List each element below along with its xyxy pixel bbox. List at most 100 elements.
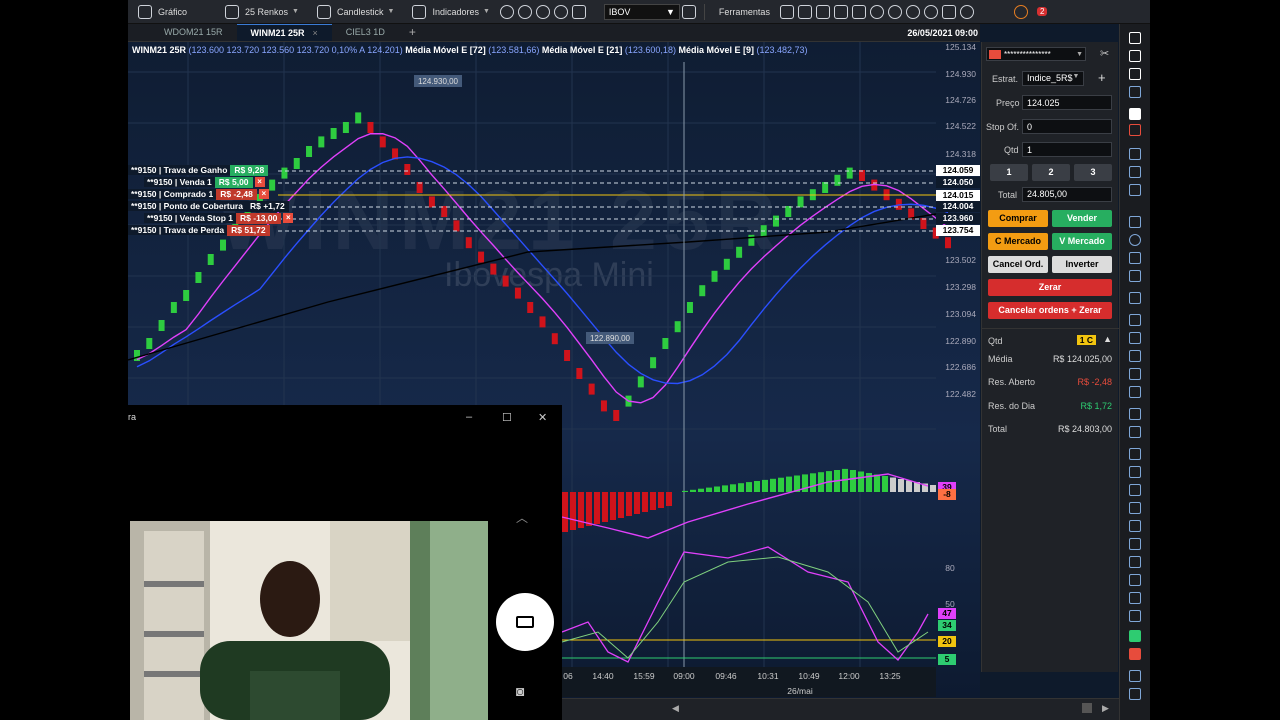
cancel-ord-button[interactable]: Cancel Ord. bbox=[988, 256, 1048, 273]
channel-icon[interactable] bbox=[1129, 184, 1141, 196]
fib-extension-icon[interactable] bbox=[1129, 368, 1141, 380]
fibonacci-icon[interactable] bbox=[1129, 332, 1141, 344]
bottom-scrollbar[interactable]: ◀ ▶ bbox=[562, 698, 1119, 720]
photo-camera-icon[interactable]: ◙ bbox=[516, 683, 524, 699]
zoom-fit-icon[interactable] bbox=[535, 4, 550, 19]
scissors-icon[interactable]: ✂ bbox=[1100, 47, 1109, 60]
close-button[interactable]: ✕ bbox=[538, 411, 547, 424]
trendline-icon[interactable] bbox=[1129, 148, 1141, 160]
zoom-out-icon[interactable] bbox=[517, 4, 532, 19]
hand-icon[interactable] bbox=[1129, 50, 1141, 62]
c-mercado-button[interactable]: C Mercado bbox=[988, 233, 1048, 250]
preco-input[interactable] bbox=[1022, 95, 1112, 110]
qty-2-button[interactable]: 2 bbox=[1032, 164, 1070, 181]
grid-icon[interactable] bbox=[571, 4, 586, 19]
close-icon[interactable]: × bbox=[254, 177, 265, 187]
pencil-icon[interactable] bbox=[1129, 270, 1141, 282]
text-icon[interactable] bbox=[1129, 292, 1141, 304]
horizontal-lines-icon[interactable] bbox=[1129, 314, 1141, 326]
gear-icon[interactable] bbox=[959, 4, 974, 19]
table-icon[interactable] bbox=[779, 4, 794, 19]
symbol-select[interactable]: IBOV ▼ bbox=[603, 3, 680, 20]
document-icon[interactable] bbox=[815, 4, 830, 19]
magnet-red-icon[interactable] bbox=[1129, 124, 1141, 136]
cursor-icon[interactable] bbox=[1129, 32, 1141, 44]
magnet-icon[interactable] bbox=[1129, 86, 1141, 98]
close-icon[interactable]: × bbox=[313, 28, 318, 38]
grafico-menu[interactable]: Gráfico bbox=[128, 0, 195, 24]
vender-button[interactable]: Vender bbox=[1052, 210, 1112, 227]
pattern-icon[interactable] bbox=[1129, 502, 1141, 514]
crosshair-icon[interactable] bbox=[1129, 68, 1141, 80]
estrat-select[interactable]: Indice_5R$ ▼ bbox=[1022, 71, 1084, 86]
scroll-thumb[interactable] bbox=[1082, 703, 1092, 713]
indicadores-select[interactable]: Indicadores ▼ bbox=[402, 0, 497, 24]
tab-winm21[interactable]: WINM21 25R × bbox=[236, 24, 332, 41]
renko-select[interactable]: 25 Renkos ▼ bbox=[215, 0, 307, 24]
ferramentas-menu[interactable]: Ferramentas bbox=[711, 0, 778, 24]
minimize-button[interactable]: – bbox=[466, 411, 472, 423]
gann-icon[interactable] bbox=[1129, 448, 1141, 460]
zerar-button[interactable]: Zerar bbox=[988, 279, 1112, 296]
qty-1-button[interactable]: 1 bbox=[990, 164, 1028, 181]
fib-levels-icon[interactable] bbox=[1129, 386, 1141, 398]
columns-icon[interactable] bbox=[1129, 688, 1141, 700]
alarm-icon[interactable] bbox=[869, 4, 884, 19]
calculator-icon[interactable] bbox=[851, 4, 866, 19]
price-range-icon[interactable] bbox=[1129, 538, 1141, 550]
order-trava-perda[interactable]: **9150 | Trava de Perda R$ 51,72 bbox=[128, 224, 270, 236]
order-ponto-cobertura[interactable]: **9150 | Ponto de Cobertura R$ +1,72 bbox=[128, 200, 289, 212]
slash-icon[interactable] bbox=[1129, 610, 1141, 622]
education-icon[interactable] bbox=[941, 4, 956, 19]
triangle-icon[interactable] bbox=[1129, 252, 1141, 264]
barcode-icon[interactable] bbox=[1129, 670, 1141, 682]
fib-fan-icon[interactable] bbox=[1129, 350, 1141, 362]
zigzag-icon[interactable] bbox=[1129, 592, 1141, 604]
scroll-right-icon[interactable]: ▶ bbox=[1102, 703, 1109, 714]
order-trava-ganho[interactable]: **9150 | Trava de Ganho R$ 9,28 bbox=[128, 164, 269, 176]
order-venda-stop[interactable]: **9150 | Venda Stop 1 R$ -13,00 × bbox=[144, 212, 294, 224]
close-icon[interactable]: × bbox=[258, 189, 269, 199]
add-strategy-button[interactable]: + bbox=[1098, 70, 1106, 85]
rectangle-icon[interactable] bbox=[1129, 216, 1141, 228]
alert-icon[interactable] bbox=[1129, 556, 1141, 568]
compass-icon[interactable] bbox=[923, 4, 938, 19]
close-icon[interactable]: × bbox=[283, 213, 294, 223]
zoom-options-icon[interactable] bbox=[553, 4, 568, 19]
anchor-icon[interactable] bbox=[1129, 574, 1141, 586]
candlestick-select[interactable]: Candlestick ▼ bbox=[307, 0, 402, 24]
pitchfork-icon[interactable] bbox=[1129, 426, 1141, 438]
qtd-input[interactable] bbox=[1022, 142, 1112, 157]
arrow-down-icon[interactable] bbox=[1129, 648, 1141, 660]
chevron-up-icon[interactable]: ︿ bbox=[516, 509, 528, 526]
qty-3-button[interactable]: 3 bbox=[1074, 164, 1112, 181]
tab-wdom21[interactable]: WDOM21 15R bbox=[150, 24, 237, 41]
zoom-in-icon[interactable] bbox=[499, 4, 514, 19]
book-icon[interactable] bbox=[797, 4, 812, 19]
v-mercado-button[interactable]: V Mercado bbox=[1052, 233, 1112, 250]
add-tab-button[interactable]: + bbox=[399, 25, 426, 41]
scroll-left-icon[interactable]: ◀ bbox=[672, 703, 679, 714]
record-button[interactable] bbox=[496, 593, 554, 651]
replay-icon[interactable] bbox=[887, 4, 902, 19]
notifications[interactable]: 2 bbox=[1004, 0, 1055, 24]
globe-icon[interactable] bbox=[905, 4, 920, 19]
list-icon[interactable] bbox=[681, 4, 696, 19]
layout-icon[interactable] bbox=[833, 4, 848, 19]
measure-icon[interactable] bbox=[1129, 408, 1141, 420]
ellipse-icon[interactable] bbox=[1129, 234, 1141, 246]
account-select[interactable]: *************** ▼ bbox=[986, 47, 1086, 61]
order-venda[interactable]: **9150 | Venda 1 R$ 5,00 × bbox=[144, 176, 265, 188]
order-comprado[interactable]: **9150 | Comprado 1 R$ -2,48 × bbox=[128, 188, 269, 200]
elliott-icon[interactable] bbox=[1129, 484, 1141, 496]
inverter-button[interactable]: Inverter bbox=[1052, 256, 1112, 273]
tab-ciel3[interactable]: CIEL3 1D bbox=[332, 24, 399, 41]
comprar-button[interactable]: Comprar bbox=[988, 210, 1048, 227]
gann-fan-icon[interactable] bbox=[1129, 466, 1141, 478]
text-tool-icon[interactable] bbox=[1129, 108, 1141, 120]
arrow-up-icon[interactable] bbox=[1129, 630, 1141, 642]
maximize-button[interactable]: ☐ bbox=[502, 411, 512, 424]
ray-icon[interactable] bbox=[1129, 166, 1141, 178]
date-range-icon[interactable] bbox=[1129, 520, 1141, 532]
cancelar-zerar-button[interactable]: Cancelar ordens + Zerar bbox=[988, 302, 1112, 319]
